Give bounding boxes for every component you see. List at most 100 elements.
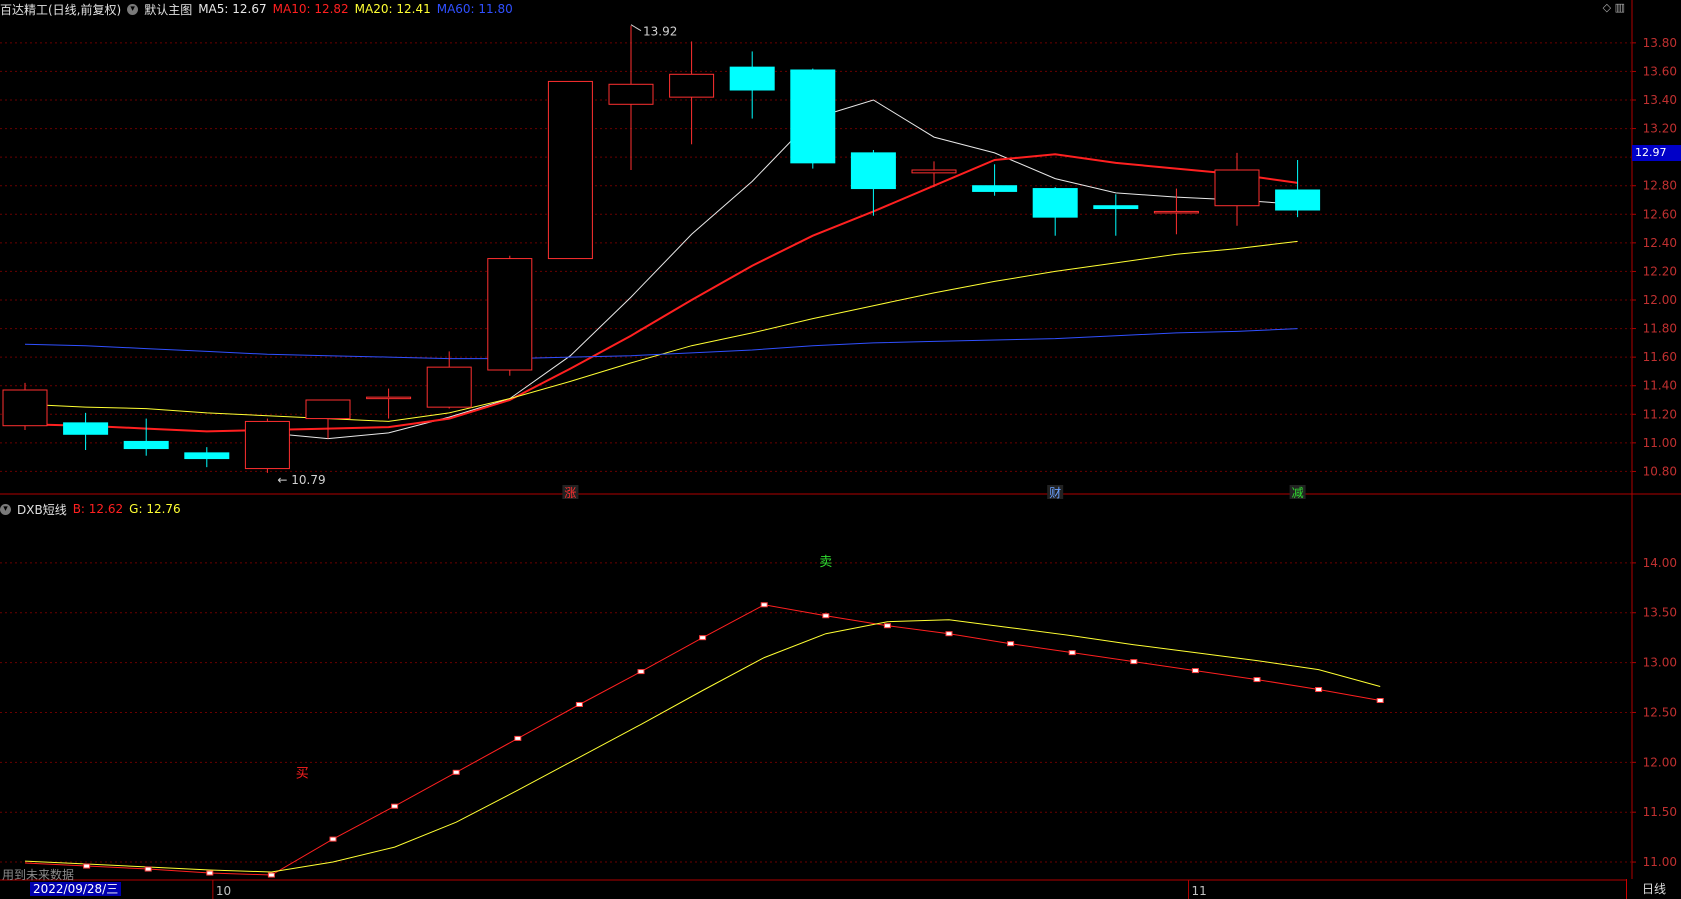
candle-body-down — [729, 66, 775, 91]
y-tick-label: 13.00 — [1643, 656, 1677, 670]
indicator-menu-icon[interactable]: ▾ — [0, 503, 11, 515]
template-label[interactable]: 默认主图 — [144, 1, 192, 18]
ma-line-ma10 — [24, 153, 1298, 433]
candle — [487, 255, 533, 376]
dxb-b-point — [329, 836, 337, 842]
dxb-b-point — [822, 613, 830, 619]
candle — [729, 51, 775, 119]
candle — [1032, 187, 1078, 236]
y-tick-label: 13.20 — [1643, 122, 1677, 136]
sub-chart-legend: ▾ DXB短线 B: 12.62 G: 12.76 — [0, 500, 187, 518]
dxb-b-point — [206, 870, 214, 876]
dxb-b-point — [883, 623, 891, 629]
dxb-b-point — [83, 863, 91, 869]
candle-body-down — [850, 152, 896, 190]
dropdown-icon[interactable]: ▾ — [127, 3, 139, 15]
dxb-b-point — [144, 866, 152, 872]
dxb-b-point — [637, 669, 645, 675]
low-price-label: ← 10.79 — [277, 473, 325, 487]
cursor-date-box: 2022/09/28/三 — [30, 882, 122, 896]
y-tick-label: 11.80 — [1643, 322, 1677, 336]
dxb-b-point — [267, 872, 275, 878]
main-chart-legend: 百达精工(日线,前复权) ▾ 默认主图 MA5: 12.67 MA10: 12.… — [0, 0, 519, 18]
candle — [790, 68, 836, 169]
event-marker: 涨 — [564, 485, 576, 500]
candle-body-down — [1275, 189, 1321, 211]
candle-body-up — [244, 420, 290, 470]
sell-signal-label: 卖 — [819, 555, 832, 570]
candle — [2, 382, 48, 430]
candle-body-up — [911, 169, 957, 174]
dxb-b-point — [699, 635, 707, 641]
candle — [1153, 188, 1199, 235]
dxb-b-point — [1130, 659, 1138, 665]
candle — [184, 447, 230, 468]
candle — [547, 80, 593, 260]
dxb-b-point — [1191, 668, 1199, 674]
candle — [911, 161, 957, 188]
candle-body-down — [1093, 205, 1139, 210]
candle-body-up — [1153, 210, 1199, 214]
period-tab-daily[interactable]: 日线 — [1626, 879, 1681, 899]
candle-body-down — [972, 185, 1018, 192]
y-tick-label: 12.40 — [1643, 236, 1677, 250]
y-tick-label: 11.20 — [1643, 407, 1677, 421]
y-tick-label: 11.50 — [1643, 805, 1677, 819]
candle-body-up — [547, 80, 593, 260]
y-tick-label: 11.00 — [1643, 436, 1677, 450]
event-marker: 减 — [1292, 486, 1304, 500]
indicator-title[interactable]: DXB短线 — [17, 501, 67, 518]
candle — [426, 351, 472, 409]
ma20-label: MA20: 12.41 — [354, 2, 431, 16]
dxb-b-point — [1315, 687, 1323, 693]
g-value-label: G: 12.76 — [129, 502, 181, 516]
candle — [366, 388, 412, 419]
stock-title[interactable]: 百达精工(日线,前复权) — [0, 1, 121, 18]
dxb-b-point — [1007, 641, 1015, 647]
y-tick-label: 12.60 — [1643, 207, 1677, 221]
candle-body-up — [608, 83, 654, 105]
dxb-line-b — [24, 604, 1381, 876]
candle-body-up — [426, 366, 472, 408]
ma10-label: MA10: 12.82 — [272, 2, 349, 16]
dxb-b-point — [945, 631, 953, 637]
candle-body-down — [1032, 188, 1078, 218]
candle-body-up — [366, 396, 412, 400]
panel-control-icons[interactable]: ◇ ▥ — [1603, 1, 1625, 14]
candle-body-down — [123, 440, 169, 450]
b-value-label: B: 12.62 — [72, 502, 124, 516]
dxb-b-point — [575, 701, 583, 707]
y-tick-label: 11.00 — [1643, 855, 1677, 869]
y-tick-label: 13.40 — [1643, 93, 1677, 107]
candle-body-up — [305, 399, 351, 420]
y-tick-label: 12.20 — [1643, 264, 1677, 278]
high-price-label: 13.92 — [643, 25, 677, 39]
y-tick-label: 13.60 — [1643, 64, 1677, 78]
x-tick-label: 10 — [216, 884, 231, 898]
candle — [608, 25, 654, 170]
chart-canvas[interactable]: 13.80 13.60 13.40 13.20 13.00 12.80 12.60 12.40… — [0, 0, 1681, 899]
dxb-b-point — [1253, 677, 1261, 683]
candle — [972, 164, 1018, 196]
y-tick-label: 14.00 — [1643, 556, 1677, 570]
y-tick-label: 13.50 — [1643, 606, 1677, 620]
candle-body-up — [2, 389, 48, 427]
candle — [1093, 194, 1139, 236]
candle-body-down — [184, 452, 230, 460]
y-tick-label: 13.80 — [1643, 36, 1677, 50]
ma60-label: MA60: 11.80 — [436, 2, 513, 16]
y-tick-label: 12.80 — [1643, 179, 1677, 193]
y-tick-label: 12.50 — [1643, 705, 1677, 719]
candle — [63, 412, 109, 450]
dxb-b-point — [760, 602, 768, 608]
y-tick-label: 12.00 — [1643, 755, 1677, 769]
y-tick-label: 12.00 — [1643, 293, 1677, 307]
candle-body-down — [790, 69, 836, 164]
candle — [1275, 160, 1321, 218]
current-price-tag: 12.97 — [1632, 145, 1681, 161]
dxb-b-point — [452, 769, 460, 775]
candle — [244, 418, 290, 473]
candle — [123, 418, 169, 456]
buy-signal-label: 买 — [296, 766, 309, 781]
dxb-b-point — [391, 803, 399, 809]
